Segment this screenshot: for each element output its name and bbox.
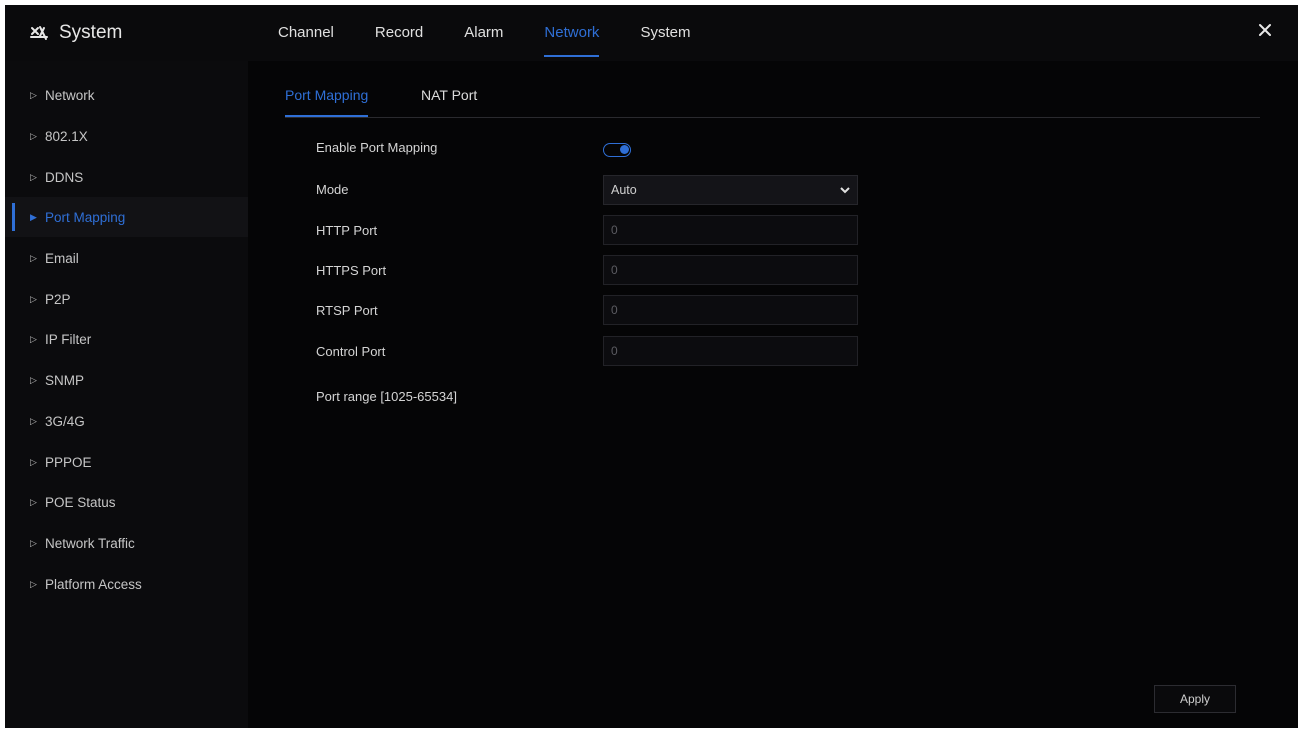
app-title: System	[59, 22, 123, 43]
triangle-right-icon: ▷	[30, 456, 37, 467]
sidebar-item-label: IP Filter	[45, 331, 92, 347]
triangle-right-icon: ▷	[30, 130, 37, 141]
control-port-label: Control Port	[316, 344, 386, 359]
apply-button[interactable]: Apply	[1154, 685, 1236, 713]
toggle-knob	[620, 145, 629, 154]
app-brand: System	[29, 20, 122, 46]
sidebar-item-label: Platform Access	[45, 576, 142, 592]
tab-alarm[interactable]: Alarm	[464, 5, 503, 61]
sidebar-item-label: Email	[45, 250, 79, 266]
settings-window: System Channel Record Alarm Network Syst…	[5, 5, 1298, 728]
https-port-input[interactable]: 0	[603, 255, 858, 285]
mode-select[interactable]: Auto	[603, 175, 858, 205]
sidebar-item-poe-status[interactable]: ▷ POE Status	[5, 482, 248, 522]
sub-tab-bar: Port Mapping NAT Port	[285, 81, 1260, 118]
control-port-input[interactable]: 0	[603, 336, 858, 366]
tab-network[interactable]: Network	[544, 5, 600, 61]
http-port-label: HTTP Port	[316, 223, 378, 238]
triangle-right-icon: ▷	[30, 496, 37, 507]
triangle-right-icon: ▷	[30, 374, 37, 385]
top-navigation: Channel Record Alarm Network System	[278, 5, 731, 61]
sidebar-item-label: 3G/4G	[45, 413, 85, 429]
sidebar-item-label: Port Mapping	[45, 209, 126, 225]
triangle-right-icon: ▷	[30, 293, 37, 304]
tab-record[interactable]: Record	[375, 5, 423, 61]
sidebar-item-label: 802.1X	[45, 128, 88, 144]
sidebar-item-network[interactable]: ▷ Network	[5, 75, 248, 115]
enable-port-mapping-label: Enable Port Mapping	[316, 140, 438, 155]
https-port-label: HTTPS Port	[316, 263, 387, 278]
system-logo-icon	[30, 26, 48, 40]
sidebar-item-label: Network	[45, 87, 95, 103]
port-range-hint: Port range [1025-65534]	[316, 389, 457, 404]
rtsp-port-label: RTSP Port	[316, 303, 378, 318]
triangle-right-icon: ▷	[30, 333, 37, 344]
rtsp-port-input[interactable]: 0	[603, 295, 858, 325]
sidebar-item-port-mapping[interactable]: ▶ Port Mapping	[5, 197, 248, 237]
sidebar-item-pppoe[interactable]: ▷ PPPOE	[5, 442, 248, 482]
sidebar-item-p2p[interactable]: ▷ P2P	[5, 279, 248, 319]
triangle-right-icon: ▷	[30, 252, 37, 263]
sidebar-item-ip-filter[interactable]: ▷ IP Filter	[5, 319, 248, 359]
triangle-right-icon: ▷	[30, 171, 37, 182]
sidebar-item-snmp[interactable]: ▷ SNMP	[5, 360, 248, 400]
sidebar-item-ddns[interactable]: ▷ DDNS	[5, 157, 248, 197]
mode-label: Mode	[316, 182, 349, 197]
triangle-right-icon: ▷	[30, 578, 37, 589]
sidebar-item-label: SNMP	[45, 372, 85, 388]
close-button[interactable]	[1254, 19, 1276, 41]
http-port-input[interactable]: 0	[603, 215, 858, 245]
sidebar-item-email[interactable]: ▷ Email	[5, 238, 248, 278]
sidebar-item-network-traffic[interactable]: ▷ Network Traffic	[5, 523, 248, 563]
top-bar: System Channel Record Alarm Network Syst…	[5, 5, 1298, 61]
sidebar: ▷ Network ▷ 802.1X ▷ DDNS ▶ Port Mapping ▷ Em…	[5, 61, 248, 728]
enable-port-mapping-toggle[interactable]	[603, 143, 631, 157]
sidebar-item-label: PPPOE	[45, 454, 92, 470]
sidebar-item-platform-access[interactable]: ▷ Platform Access	[5, 564, 248, 604]
triangle-right-icon: ▷	[30, 537, 37, 548]
sidebar-item-8021x[interactable]: ▷ 802.1X	[5, 116, 248, 156]
tab-channel[interactable]: Channel	[278, 5, 334, 61]
sidebar-item-3g4g[interactable]: ▷ 3G/4G	[5, 401, 248, 441]
mode-select-value: Auto	[611, 183, 637, 197]
triangle-right-icon: ▶	[30, 211, 37, 222]
chevron-down-icon	[840, 187, 850, 194]
tab-nat-port[interactable]: NAT Port	[421, 87, 477, 111]
sidebar-item-label: POE Status	[45, 494, 116, 510]
close-icon	[1259, 24, 1271, 36]
triangle-right-icon: ▷	[30, 89, 37, 100]
triangle-right-icon: ▷	[30, 415, 37, 426]
sidebar-item-label: P2P	[45, 291, 71, 307]
sidebar-item-label: Network Traffic	[45, 535, 135, 551]
tab-port-mapping[interactable]: Port Mapping	[285, 87, 369, 117]
tab-system[interactable]: System	[640, 5, 690, 61]
sidebar-item-label: DDNS	[45, 169, 84, 185]
